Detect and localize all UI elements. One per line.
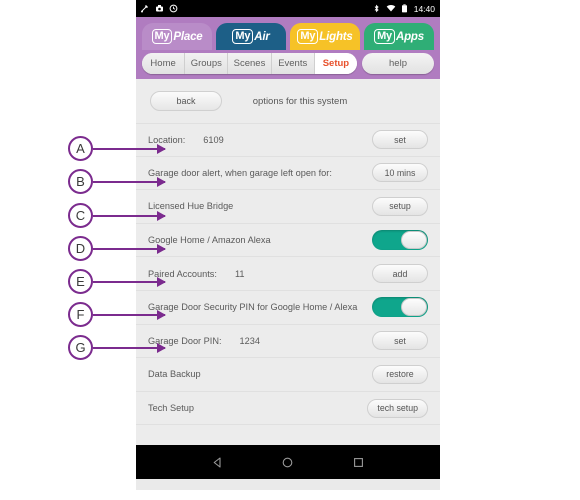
brand-tab-myapps[interactable]: My Apps xyxy=(364,23,434,50)
tablet-screen: 14:40 My Place My Air My Lights My Apps Home… xyxy=(136,0,440,490)
brand-tab-myplace-label: Place xyxy=(173,30,203,43)
callout-b-bubble: B xyxy=(68,169,93,194)
brand-tab-myapps-label: Apps xyxy=(395,30,424,43)
square-recents-icon[interactable] xyxy=(352,456,365,469)
hue-bridge-setup-button[interactable]: setup xyxy=(372,196,428,216)
brand-tab-myair-prefix: My xyxy=(232,29,254,44)
bluetooth-icon xyxy=(372,4,381,13)
paired-accounts-add-button[interactable]: add xyxy=(372,264,428,284)
row-garage-door-pin-label: Garage Door PIN: xyxy=(148,335,222,346)
clock-alarm-icon xyxy=(169,4,178,13)
brand-tab-myplace-prefix: My xyxy=(151,29,173,44)
help-button[interactable]: help xyxy=(362,52,434,74)
page-title: options for this system xyxy=(252,95,348,107)
status-bar-clock: 14:40 xyxy=(413,3,435,14)
toggle-knob xyxy=(401,231,427,250)
callout-e-bubble: E xyxy=(68,269,93,294)
screenshot-root: 14:40 My Place My Air My Lights My Apps Home… xyxy=(0,0,580,500)
tab-groups[interactable]: Groups xyxy=(185,52,229,74)
android-status-bar: 14:40 xyxy=(136,0,440,17)
brand-tab-myapps-prefix: My xyxy=(374,29,395,44)
brand-tab-myair[interactable]: My Air xyxy=(216,23,286,50)
brand-tab-mylights[interactable]: My Lights xyxy=(290,23,360,50)
row-garage-door-security-pin[interactable]: Garage Door Security PIN for Google Home… xyxy=(136,291,440,325)
row-garage-door-pin-value: 1234 xyxy=(239,335,260,346)
callout-a-bubble: A xyxy=(68,136,93,161)
status-bar-right-icons: 14:40 xyxy=(372,4,435,14)
row-paired-accounts-value: 11 xyxy=(234,268,245,279)
android-navigation-bar xyxy=(136,445,440,479)
page-header: back options for this system xyxy=(136,79,440,123)
row-garage-door-alert[interactable]: Garage door alert, when garage left open… xyxy=(136,157,440,191)
row-garage-door-alert-label: Garage door alert, when garage left open… xyxy=(148,167,332,178)
tab-home[interactable]: Home xyxy=(142,52,186,74)
settings-page: back options for this system Location: 6… xyxy=(136,79,440,445)
google-home-alexa-toggle[interactable] xyxy=(372,230,428,251)
callout-d-bubble: D xyxy=(68,236,93,261)
battery-icon xyxy=(400,4,409,13)
brand-tab-bar: My Place My Air My Lights My Apps xyxy=(136,17,440,50)
callout-g-bubble: G xyxy=(68,335,93,360)
row-location[interactable]: Location: 6109 set xyxy=(136,123,440,157)
toggle-knob xyxy=(401,298,427,317)
row-google-home-alexa[interactable]: Google Home / Amazon Alexa xyxy=(136,224,440,258)
row-garage-door-pin[interactable]: Garage Door PIN: 1234 set xyxy=(136,325,440,359)
back-button[interactable]: back xyxy=(150,91,222,111)
row-paired-accounts-label: Paired Accounts: xyxy=(148,268,217,279)
tab-setup[interactable]: Setup xyxy=(314,52,357,74)
row-location-value: 6109 xyxy=(203,134,224,145)
triangle-back-icon[interactable] xyxy=(211,456,224,469)
callout-c-bubble: C xyxy=(68,203,93,228)
garage-door-security-pin-toggle[interactable] xyxy=(372,297,428,318)
usb-debug-icon xyxy=(141,4,150,13)
tab-events[interactable]: Events xyxy=(271,52,315,74)
row-data-backup-label: Data Backup xyxy=(148,369,201,380)
tech-setup-button[interactable]: tech setup xyxy=(367,398,428,418)
row-google-home-alexa-label: Google Home / Amazon Alexa xyxy=(148,235,271,246)
garage-door-alert-duration-button[interactable]: 10 mins xyxy=(372,163,428,183)
data-backup-restore-button[interactable]: restore xyxy=(372,364,428,384)
status-bar-left-icons xyxy=(141,4,178,13)
row-paired-accounts[interactable]: Paired Accounts: 11 add xyxy=(136,257,440,291)
row-data-backup[interactable]: Data Backup restore xyxy=(136,358,440,392)
row-licensed-hue-bridge-label: Licensed Hue Bridge xyxy=(148,201,234,212)
section-nav-bar: Home Groups Scenes Events Setup help xyxy=(136,50,440,79)
circle-home-icon[interactable] xyxy=(281,456,294,469)
brand-tab-myplace[interactable]: My Place xyxy=(142,23,212,50)
callout-f-bubble: F xyxy=(68,302,93,327)
brand-tab-mylights-label: Lights xyxy=(319,30,353,43)
row-tech-setup-label: Tech Setup xyxy=(148,403,194,414)
row-licensed-hue-bridge[interactable]: Licensed Hue Bridge setup xyxy=(136,190,440,224)
brand-tab-myair-label: Air xyxy=(254,30,270,43)
row-location-label: Location: xyxy=(148,134,186,145)
brand-tab-mylights-prefix: My xyxy=(297,29,319,44)
row-tech-setup[interactable]: Tech Setup tech setup xyxy=(136,392,440,426)
tab-scenes[interactable]: Scenes xyxy=(228,52,272,74)
screenshot-icon xyxy=(155,4,164,13)
row-garage-door-security-pin-label: Garage Door Security PIN for Google Home… xyxy=(148,302,358,313)
section-nav-group: Home Groups Scenes Events Setup xyxy=(142,52,357,74)
settings-row-list: Location: 6109 set Garage door alert, wh… xyxy=(136,123,440,426)
location-set-button[interactable]: set xyxy=(372,130,428,150)
wifi-icon xyxy=(386,4,396,13)
garage-door-pin-set-button[interactable]: set xyxy=(372,331,428,351)
